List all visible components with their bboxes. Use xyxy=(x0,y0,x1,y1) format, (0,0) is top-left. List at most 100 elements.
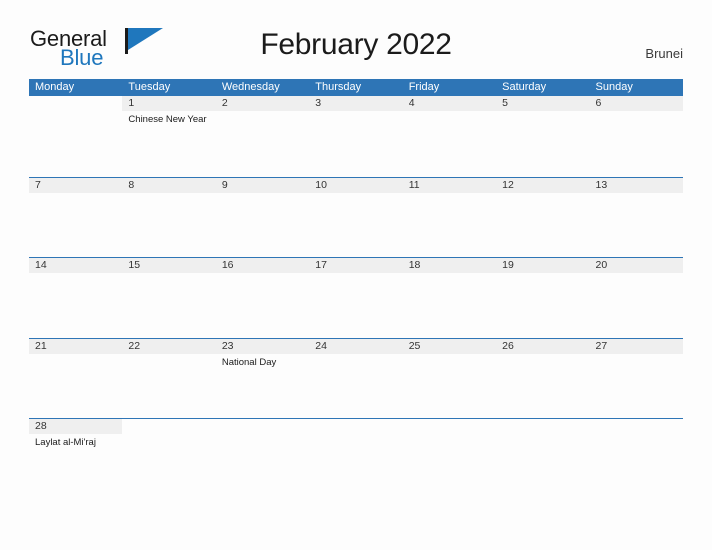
day-number-band-empty xyxy=(29,96,122,111)
day-number-band: 11 xyxy=(402,177,497,193)
day-number-band: 17 xyxy=(309,258,403,273)
day-number: 26 xyxy=(502,339,514,352)
day-number-band: 18 xyxy=(402,258,497,273)
calendar-day-cell-16[interactable]: 16 xyxy=(215,258,310,338)
calendar-day-cell-13[interactable]: 13 xyxy=(589,177,683,258)
calendar-day-cell-4[interactable]: 4 xyxy=(402,96,497,177)
day-number-band: 9 xyxy=(215,177,310,193)
day-number: 24 xyxy=(315,339,327,352)
day-number: 27 xyxy=(595,339,608,352)
day-number-band-empty xyxy=(496,419,589,434)
day-number-band: 19 xyxy=(496,258,590,273)
page-title: February 2022 xyxy=(260,28,452,61)
holiday-event: Laylat al-Mi'raj xyxy=(35,437,96,448)
calendar-weeks: 1 Chinese New Year 2 3 4 5 6 7 8 9 10 11 12 13 14 15 16 1… xyxy=(29,96,683,458)
calendar-day-cell-24[interactable]: 24 xyxy=(309,338,403,419)
day-number-band: 16 xyxy=(215,258,310,273)
calendar-day-cell-28[interactable]: 28 Laylat al-Mi'raj xyxy=(29,419,123,458)
weekday-header-row: Monday Tuesday Wednesday Thursday Friday Satu… xyxy=(29,79,683,96)
day-number-band: 24 xyxy=(309,338,403,354)
day-number-band: 1 xyxy=(122,96,216,111)
day-number: 28 xyxy=(35,420,47,432)
calendar-day-cell-empty xyxy=(309,419,402,458)
day-number-band-empty xyxy=(122,419,215,434)
day-number-band: 6 xyxy=(589,96,683,111)
day-number-band: 14 xyxy=(29,258,123,273)
weekday-header-monday: Monday xyxy=(35,81,75,93)
day-number: 2 xyxy=(221,97,228,109)
weekday-header-thursday: Thursday xyxy=(315,81,362,93)
day-number-band: 3 xyxy=(309,96,403,111)
day-number-band: 10 xyxy=(309,177,403,193)
page-header: General Blue February 2022 Brunei xyxy=(0,0,712,70)
day-number: 3 xyxy=(315,97,322,109)
day-number: 17 xyxy=(315,259,327,271)
calendar-day-cell-6[interactable]: 6 xyxy=(589,96,683,177)
day-number-band-empty xyxy=(590,419,683,434)
calendar-day-cell-7[interactable]: 7 xyxy=(29,177,123,258)
day-number-band: 27 xyxy=(589,338,683,354)
calendar-day-cell-empty xyxy=(122,419,215,458)
day-number: 6 xyxy=(595,97,602,109)
day-number: 4 xyxy=(408,97,415,109)
calendar-day-cell-9[interactable]: 9 xyxy=(215,177,310,258)
day-number-band: 12 xyxy=(496,177,590,193)
day-number: 7 xyxy=(35,178,41,191)
day-number: 11 xyxy=(408,178,420,191)
holiday-event: Chinese New Year xyxy=(128,114,207,125)
day-number: 23 xyxy=(221,339,234,352)
day-number: 25 xyxy=(408,339,421,352)
calendar-day-cell-22[interactable]: 22 xyxy=(122,338,216,419)
day-number: 1 xyxy=(128,97,135,109)
weekday-header-wednesday: Wednesday xyxy=(221,81,280,93)
calendar-day-cell-20[interactable]: 20 xyxy=(589,258,683,338)
day-number: 5 xyxy=(502,97,508,109)
day-number: 16 xyxy=(221,259,234,271)
calendar-day-cell-21[interactable]: 21 xyxy=(29,338,123,419)
day-number: 9 xyxy=(221,178,228,191)
day-events: Laylat al-Mi'raj xyxy=(29,434,122,449)
day-number-band-empty xyxy=(403,419,496,434)
calendar-day-cell-5[interactable]: 5 xyxy=(496,96,590,177)
calendar-day-cell-11[interactable]: 11 xyxy=(402,177,497,258)
calendar-day-cell-17[interactable]: 17 xyxy=(309,258,403,338)
calendar-day-cell-2[interactable]: 2 xyxy=(215,96,310,177)
calendar-day-cell-19[interactable]: 19 xyxy=(496,258,590,338)
day-number-band: 25 xyxy=(402,338,497,354)
day-number-band-empty xyxy=(216,419,309,434)
calendar-day-cell-empty xyxy=(216,419,309,458)
day-number-band: 5 xyxy=(496,96,590,111)
calendar-day-cell-15[interactable]: 15 xyxy=(122,258,216,338)
day-number-band: 28 xyxy=(29,419,123,434)
day-number: 15 xyxy=(128,259,141,271)
day-number-band: 20 xyxy=(589,258,683,273)
calendar-day-cell-23[interactable]: 23 National Day xyxy=(215,338,310,419)
day-number: 21 xyxy=(35,339,47,352)
day-number: 12 xyxy=(502,178,514,191)
calendar-week-row: 28 Laylat al-Mi'raj xyxy=(29,418,683,458)
holiday-event: National Day xyxy=(221,356,277,368)
day-number-band: 26 xyxy=(496,338,590,354)
calendar-day-cell-8[interactable]: 8 xyxy=(122,177,216,258)
calendar-day-cell-18[interactable]: 18 xyxy=(402,258,497,338)
day-number-band: 23 xyxy=(215,338,310,354)
calendar-day-cell-3[interactable]: 3 xyxy=(309,96,403,177)
day-number-band: 21 xyxy=(29,338,123,354)
calendar-day-cell-26[interactable]: 26 xyxy=(496,338,590,419)
day-number: 20 xyxy=(595,259,608,271)
day-number-band: 22 xyxy=(122,338,216,354)
day-number-band: 2 xyxy=(215,96,310,111)
calendar-day-cell-14[interactable]: 14 xyxy=(29,258,123,338)
weekday-header-friday: Friday xyxy=(408,81,440,93)
calendar-day-cell-25[interactable]: 25 xyxy=(402,338,497,419)
calendar-day-cell-empty xyxy=(403,419,496,458)
calendar-day-cell-10[interactable]: 10 xyxy=(309,177,403,258)
day-number-band: 13 xyxy=(589,177,683,193)
calendar-day-cell-1[interactable]: 1 Chinese New Year xyxy=(122,96,216,177)
calendar-week-row: 21 22 23 National Day 24 25 26 27 xyxy=(29,337,683,419)
calendar-day-cell-12[interactable]: 12 xyxy=(496,177,590,258)
calendar-day-cell-27[interactable]: 27 xyxy=(589,338,683,419)
day-number: 8 xyxy=(128,178,135,191)
weekday-header-saturday: Saturday xyxy=(502,81,547,93)
calendar-week-row: 14 15 16 17 18 19 20 xyxy=(29,257,683,338)
